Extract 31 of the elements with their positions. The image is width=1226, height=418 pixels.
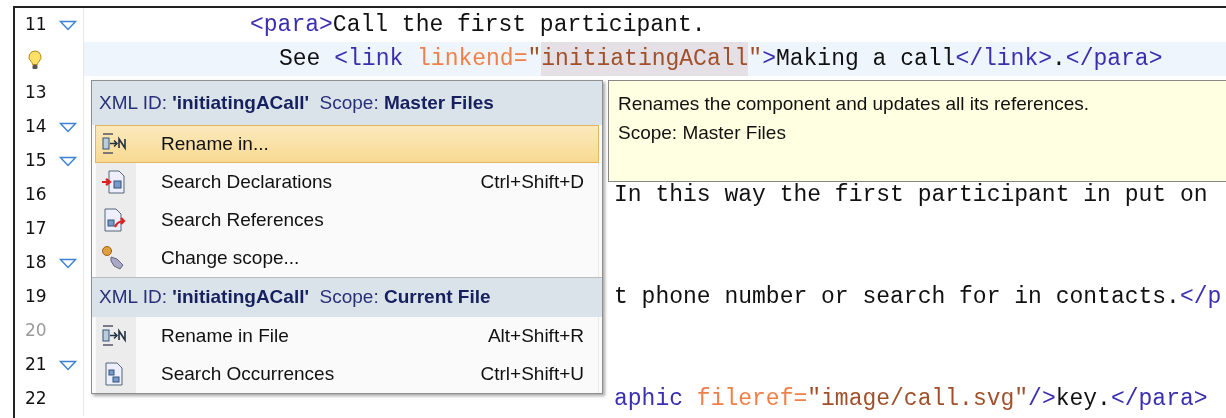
menu-item[interactable]: Search Declarations Ctrl+Shift+D (95, 163, 599, 201)
document-arrow-icon (101, 207, 127, 233)
menu-item[interactable]: Search References (95, 201, 599, 239)
rename-icon (101, 323, 127, 349)
section-header: XML ID: 'initiatingACall' Scope: Current File (92, 277, 602, 317)
lightbulb-icon (25, 48, 45, 70)
line-number: 13 (25, 81, 48, 105)
line-number: 21 (25, 353, 48, 377)
document-arrow-icon (101, 169, 127, 195)
menu-item[interactable]: Rename in... (95, 125, 599, 163)
menu-item[interactable]: Change scope... (95, 239, 599, 277)
line-number: 17 (25, 217, 48, 241)
line-number: 14 (25, 115, 48, 139)
section-header: XML ID: 'initiatingACall' Scope: Master Files (92, 81, 602, 125)
code-line: In this way the first participant in put on (614, 180, 1208, 210)
menu-item[interactable]: Rename in File Alt+Shift+R (95, 317, 599, 355)
line-number: 20 (25, 319, 48, 343)
line-number: 22 (25, 387, 48, 411)
menu-item[interactable]: Search Occurrences Ctrl+Shift+U (95, 355, 599, 393)
code-line: See <link linkend="initiatingACall">Making a call</link>.</para> (279, 41, 1163, 77)
code-line: t phone number or search for in contacts.</p (614, 282, 1222, 312)
line-number: 16 (25, 183, 48, 207)
line-number: 19 (25, 285, 48, 309)
line-number: 18 (25, 251, 48, 275)
line-number: 15 (25, 149, 48, 173)
code-line: aphic fileref="image/call.svg"/>key.</para> (614, 384, 1208, 414)
tooltip-text: Renames the component and updates all its references. (618, 92, 1090, 116)
code-line: <para>Call the first participant. (250, 10, 706, 40)
line-number: 11 (25, 13, 48, 37)
rename-icon (101, 131, 127, 157)
tooltip-text: Scope: Master Files (618, 121, 786, 145)
